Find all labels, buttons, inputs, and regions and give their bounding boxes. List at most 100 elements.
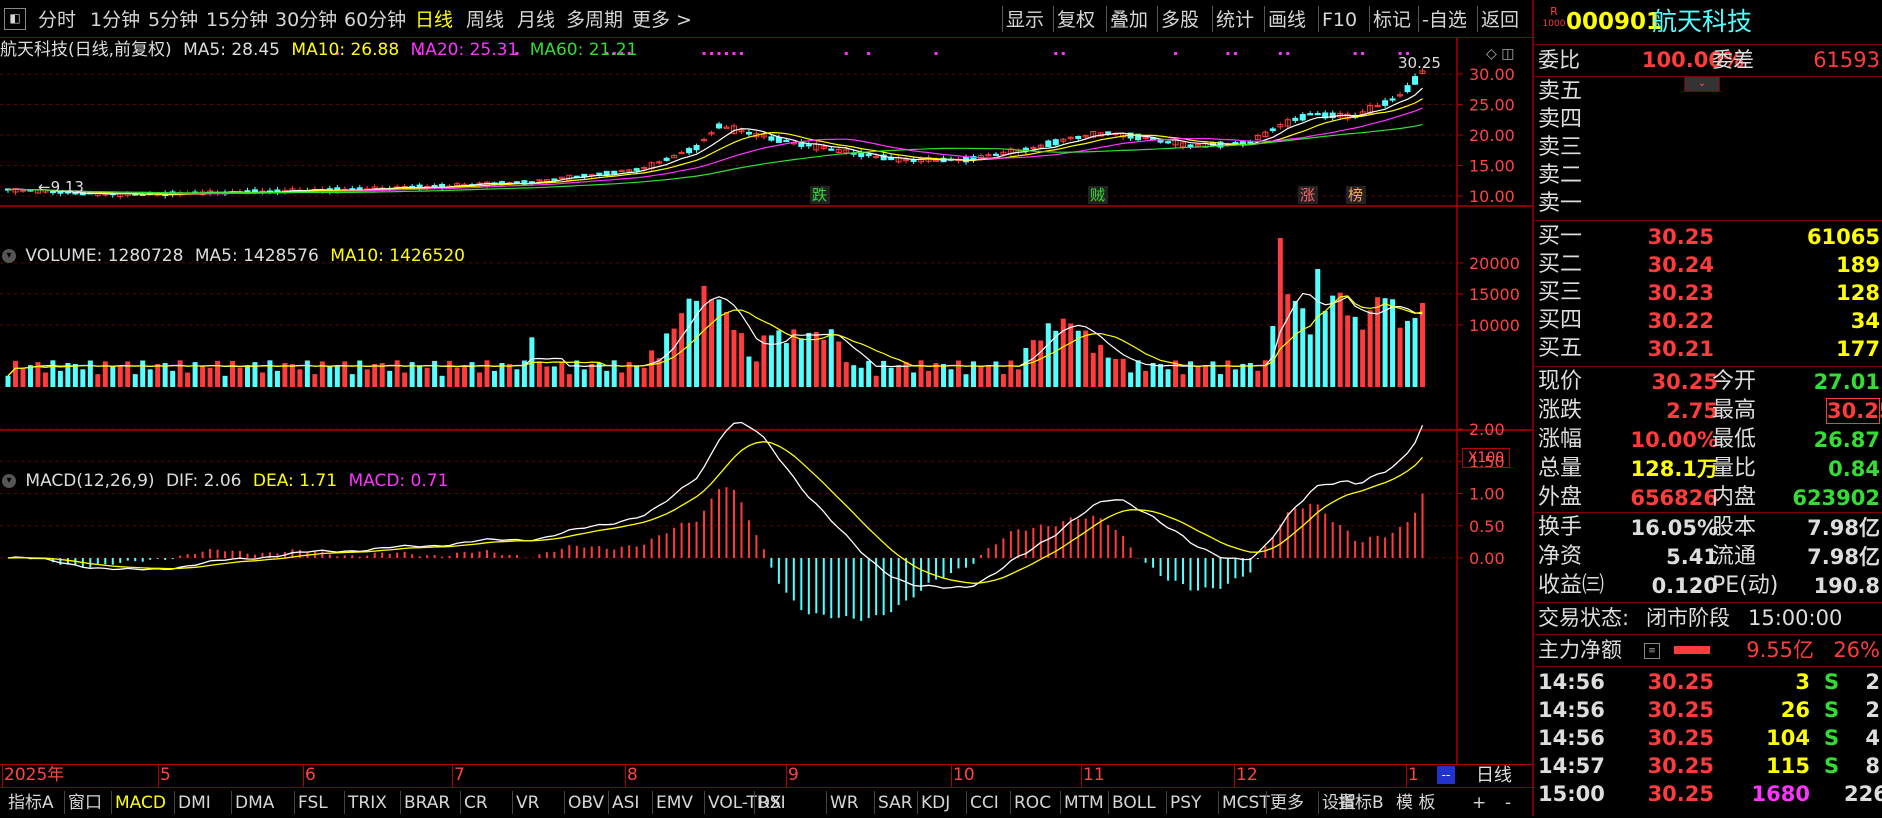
bid-row-1[interactable]: 买二 30.24 189 bbox=[1534, 251, 1882, 279]
axis-scroll-button[interactable]: -- bbox=[1437, 766, 1455, 784]
period-tab-10[interactable]: 更多 > bbox=[632, 0, 692, 37]
bid-volume: 61065 bbox=[1806, 225, 1880, 249]
ask-label: 卖一 bbox=[1538, 191, 1583, 216]
ask-row-2[interactable]: 卖三 bbox=[1534, 134, 1882, 162]
volume-bar bbox=[327, 366, 333, 387]
price-candle-body bbox=[1314, 113, 1321, 116]
tab-separator bbox=[1108, 791, 1109, 814]
trade-status-value: 闭市阶段 bbox=[1646, 606, 1730, 630]
volume-bar bbox=[1300, 308, 1306, 387]
toolbar-button-3[interactable]: 多股 bbox=[1161, 0, 1199, 37]
event-marker-3: 榜 bbox=[1348, 186, 1363, 204]
bid-row-0[interactable]: 买一 30.25 61065 bbox=[1534, 223, 1882, 251]
indicator-tab-8[interactable]: CR bbox=[464, 788, 488, 817]
indicator-tab-9[interactable]: VR bbox=[516, 788, 539, 817]
bid-label: 买一 bbox=[1538, 224, 1583, 249]
toolbar-button-0[interactable]: 显示 bbox=[1006, 0, 1044, 37]
indicator-tab-21[interactable]: BOLL bbox=[1112, 788, 1156, 817]
indicator-tab-6[interactable]: TRIX bbox=[348, 788, 387, 817]
toolbar-button-9[interactable]: 返回 bbox=[1481, 0, 1519, 37]
volume-bar bbox=[716, 299, 722, 387]
bid-row-4[interactable]: 买五 30.21 177 bbox=[1534, 335, 1882, 363]
toolbar-button-6[interactable]: F10 bbox=[1322, 0, 1357, 37]
volume-bar bbox=[1232, 369, 1238, 387]
bid-row-3[interactable]: 买四 30.22 34 bbox=[1534, 307, 1882, 335]
price-candle-body bbox=[551, 178, 558, 181]
period-tab-0[interactable]: 分时 bbox=[38, 0, 76, 37]
indicator-tab-2[interactable]: MACD bbox=[115, 788, 166, 817]
bottom-right-button-2[interactable]: + bbox=[1472, 788, 1486, 817]
volume-bar bbox=[566, 374, 572, 387]
toolbar-separator bbox=[1477, 6, 1478, 32]
indicator-tab-12[interactable]: EMV bbox=[656, 788, 693, 817]
period-tab-3[interactable]: 15分钟 bbox=[206, 0, 268, 37]
indicator-tab-5[interactable]: FSL bbox=[298, 788, 328, 817]
indicator-tab-23[interactable]: MCST bbox=[1222, 788, 1270, 817]
indicator-tab-0[interactable]: 指标A bbox=[8, 788, 54, 817]
indicator-tab-1[interactable]: 窗口 bbox=[68, 788, 102, 817]
period-tab-5[interactable]: 60分钟 bbox=[344, 0, 406, 37]
toolbar-button-8[interactable]: -自选 bbox=[1422, 0, 1467, 37]
bid-row-2[interactable]: 买三 30.23 128 bbox=[1534, 279, 1882, 307]
volume-bar bbox=[402, 372, 408, 387]
indicator-tab-22[interactable]: PSY bbox=[1170, 788, 1201, 817]
period-tab-9[interactable]: 多周期 bbox=[566, 0, 623, 37]
volume-bar bbox=[132, 374, 138, 387]
volume-bar bbox=[843, 362, 849, 387]
period-tab-1[interactable]: 1分钟 bbox=[90, 0, 140, 37]
period-tab-2[interactable]: 5分钟 bbox=[148, 0, 198, 37]
fund-value-right: 7.98亿 bbox=[1807, 545, 1880, 569]
indicator-tab-4[interactable]: DMA bbox=[235, 788, 274, 817]
indicator-tab-14[interactable]: RSI bbox=[758, 788, 786, 817]
bottom-right-button-1[interactable]: 模 板 bbox=[1396, 788, 1435, 817]
indicator-tab-17[interactable]: KDJ bbox=[921, 788, 950, 817]
macd-collapse-icon[interactable]: ▾ bbox=[2, 474, 16, 488]
toolbar-button-2[interactable]: 叠加 bbox=[1110, 0, 1148, 37]
volume-bar bbox=[42, 372, 48, 387]
layout-toggle-icon[interactable]: ◧ bbox=[4, 8, 26, 30]
period-tab-8[interactable]: 月线 bbox=[517, 0, 555, 37]
toolbar-button-7[interactable]: 标记 bbox=[1373, 0, 1411, 37]
ask-label: 卖五 bbox=[1538, 79, 1583, 104]
tick-volume: 26 bbox=[1780, 698, 1810, 722]
quote-label-left: 外盘 bbox=[1538, 485, 1583, 510]
volume-bar bbox=[1098, 344, 1104, 387]
period-tab-4[interactable]: 30分钟 bbox=[275, 0, 337, 37]
indicator-tab-20[interactable]: MTM bbox=[1064, 788, 1104, 817]
indicator-tab-10[interactable]: OBV bbox=[568, 788, 604, 817]
bottom-right-button-3[interactable]: - bbox=[1505, 788, 1511, 817]
indicator-tab-15[interactable]: WR bbox=[830, 788, 859, 817]
indicator-tab-3[interactable]: DMI bbox=[178, 788, 211, 817]
time-axis-line bbox=[0, 764, 1532, 765]
period-tab-6[interactable]: 日线 bbox=[415, 0, 453, 37]
axis-period-label[interactable]: 日线 bbox=[1476, 764, 1512, 787]
volume-bar bbox=[170, 370, 176, 387]
ask-row-4[interactable]: 卖一 bbox=[1534, 190, 1882, 218]
indicator-tab-11[interactable]: ASI bbox=[612, 788, 639, 817]
toolbar-button-1[interactable]: 复权 bbox=[1057, 0, 1095, 37]
indicator-tab-24[interactable]: 更多 bbox=[1270, 788, 1304, 817]
indicator-tab-18[interactable]: CCI bbox=[970, 788, 999, 817]
volume-bar bbox=[1120, 358, 1126, 387]
ask-row-1[interactable]: 卖四 bbox=[1534, 106, 1882, 134]
period-tab-7[interactable]: 周线 bbox=[466, 0, 504, 37]
stock-badge: R 1000 bbox=[1542, 6, 1566, 30]
volume-bar bbox=[117, 366, 123, 387]
toolbar-button-5[interactable]: 画线 bbox=[1268, 0, 1306, 37]
ask-row-3[interactable]: 卖二 bbox=[1534, 162, 1882, 190]
signal-dot bbox=[702, 52, 706, 55]
volume-collapse-icon[interactable]: ▾ bbox=[2, 249, 16, 263]
indicator-tab-16[interactable]: SAR bbox=[878, 788, 913, 817]
list-icon[interactable]: ≡ bbox=[1644, 643, 1660, 659]
tab-separator bbox=[1060, 791, 1061, 814]
bottom-right-button-0[interactable]: 指标B bbox=[1338, 788, 1384, 817]
toolbar-button-4[interactable]: 统计 bbox=[1216, 0, 1254, 37]
price-candle-body bbox=[1150, 137, 1157, 140]
indicator-tab-7[interactable]: BRAR bbox=[404, 788, 450, 817]
indicator-tab-19[interactable]: ROC bbox=[1014, 788, 1051, 817]
kline-chart[interactable]: 30.00 25.00 20.00 15.00 10.00 20000 15000 10000… bbox=[0, 38, 1532, 764]
signal-dot bbox=[1278, 52, 1282, 55]
volume-bar bbox=[1397, 327, 1403, 387]
chart-window-icons[interactable]: ◇ ◫ bbox=[1486, 46, 1528, 62]
ask-row-0[interactable]: 卖五 bbox=[1534, 78, 1882, 106]
